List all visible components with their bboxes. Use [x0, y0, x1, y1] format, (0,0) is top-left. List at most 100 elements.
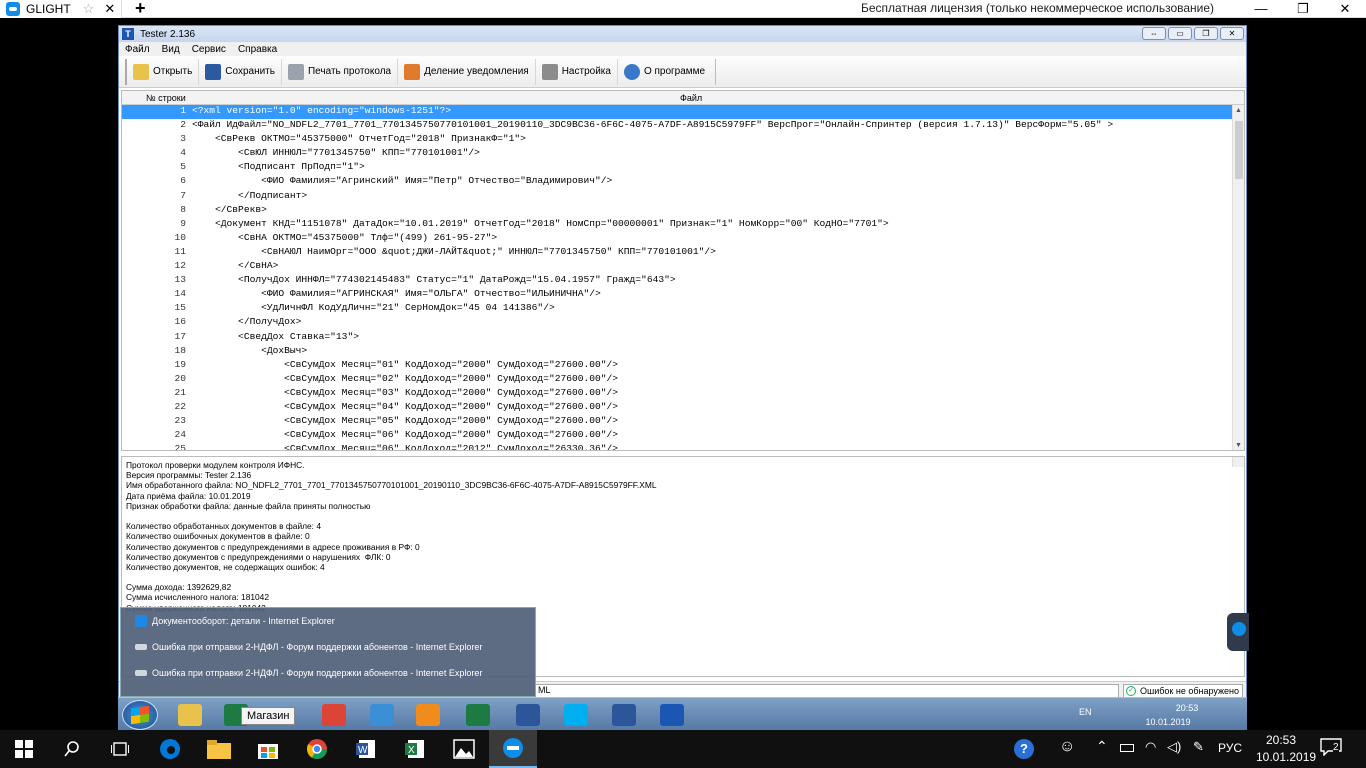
search-icon	[64, 741, 79, 757]
explorer-icon	[178, 704, 202, 726]
teamviewer-side-panel[interactable]	[1227, 613, 1249, 651]
line-number: 18	[174, 344, 186, 356]
taskbar-excel[interactable]: X	[391, 730, 439, 768]
remote-lang[interactable]: EN	[1079, 707, 1092, 717]
minimize-button[interactable]: —	[1240, 0, 1282, 18]
grid-row[interactable]: 25 <СвСумДох Месяц="06" КодДоход="2012" …	[122, 443, 1244, 450]
start-button[interactable]	[0, 730, 48, 768]
search-button[interactable]	[48, 730, 96, 768]
column-line-number[interactable]: № строки	[146, 93, 186, 103]
remote-taskbar-app[interactable]	[604, 701, 644, 729]
xml-grid[interactable]: № строки Файл 1 <?xml version="1.0" encod…	[121, 90, 1245, 451]
grid-row[interactable]: 19 <СвСумДох Месяц="01" КодДоход="2000" …	[122, 359, 1244, 373]
settings-button[interactable]: Настройка	[534, 58, 617, 85]
grid-row[interactable]: 15 <УдЛичнФЛ КодУдЛичн="21" СерНомДок="4…	[122, 302, 1244, 316]
close-tab-icon[interactable]: ✕	[104, 1, 115, 17]
popup-item[interactable]: Документооборот: детали - Internet Explo…	[121, 608, 535, 634]
task-view-button[interactable]	[96, 730, 144, 768]
remote-taskbar-app[interactable]	[508, 701, 548, 729]
menu-service[interactable]: Сервис	[192, 44, 226, 55]
about-button[interactable]: О программе	[616, 58, 711, 85]
grid-row[interactable]: 21 <СвСумДох Месяц="03" КодДоход="2000" …	[122, 387, 1244, 401]
menu-help[interactable]: Справка	[238, 44, 277, 55]
folder-icon	[207, 740, 231, 759]
split-notice-button[interactable]: Деление уведомления	[397, 58, 535, 85]
grid-row[interactable]: 20 <СвСумДох Месяц="02" КодДоход="2000" …	[122, 373, 1244, 387]
grid-row[interactable]: 13 <ПолучДох ИННФЛ="774302145483" Статус…	[122, 274, 1244, 288]
star-icon[interactable]: ☆	[83, 1, 95, 17]
volume-icon[interactable]: ◁)	[1167, 739, 1181, 755]
pen-icon[interactable]: ✎	[1193, 739, 1204, 755]
grid-row[interactable]: 4 <СвЮЛ ИННЮЛ="7701345750" КПП="77010100…	[122, 147, 1244, 161]
tester-window: T Tester 2.136 ⇔ ▭ ❐ ✕ Файл Вид Сервис С…	[118, 25, 1247, 700]
grid-row[interactable]: 5 <Подписант ПрПодп="1">	[122, 161, 1244, 175]
close-button[interactable]: ✕	[1324, 0, 1366, 18]
close-button[interactable]: ✕	[1220, 27, 1244, 40]
grid-row[interactable]: 16 </ПолучДох>	[122, 316, 1244, 330]
remote-taskbar-app[interactable]	[408, 701, 448, 729]
open-button[interactable]: Открыть	[125, 58, 198, 85]
grid-row[interactable]: 6 <ФИО Фамилия="Агринский" Имя="Петр" От…	[122, 175, 1244, 189]
remote-taskbar-app[interactable]	[556, 701, 596, 729]
popup-item[interactable]: Ошибка при отправки 2-НДФЛ - Форум подде…	[121, 660, 535, 686]
help-icon[interactable]: ?	[1014, 739, 1034, 759]
word-icon	[612, 704, 636, 726]
session-tab[interactable]: GLIGHT ☆ ✕	[0, 0, 122, 18]
grid-scrollbar[interactable]: ▲ ▼	[1232, 105, 1244, 450]
scroll-thumb[interactable]	[1235, 121, 1243, 179]
grid-row[interactable]: 23 <СвСумДох Месяц="05" КодДоход="2000" …	[122, 415, 1244, 429]
popup-item-label: Документооборот: детали - Internet Explo…	[152, 616, 335, 626]
column-file[interactable]: Файл	[680, 93, 702, 103]
chevron-up-icon[interactable]: ⌃	[1096, 738, 1108, 755]
maximize-button[interactable]: ❐	[1194, 27, 1218, 40]
taskbar-photos[interactable]	[440, 730, 488, 768]
remote-taskbar-app[interactable]	[314, 701, 354, 729]
switch-button[interactable]: ⇔	[1142, 27, 1166, 40]
notifications-button[interactable]: 2	[1320, 738, 1350, 760]
remote-taskbar-app[interactable]	[652, 701, 692, 729]
print-protocol-button[interactable]: Печать протокола	[280, 58, 397, 85]
grid-row[interactable]: 7 </Подписант>	[122, 190, 1244, 204]
grid-row[interactable]: 10 <СвНА ОКТМО="45375000" Тлф="(499) 261…	[122, 232, 1244, 246]
taskbar-word[interactable]: W	[342, 730, 390, 768]
taskbar-teamviewer[interactable]	[489, 730, 537, 768]
grid-row[interactable]: 17 <СведДох Ставка="13">	[122, 331, 1244, 345]
people-icon[interactable]: ☺	[1059, 738, 1075, 756]
svg-text:W: W	[358, 745, 368, 756]
grid-row[interactable]: 1 <?xml version="1.0" encoding="windows-1…	[122, 105, 1244, 120]
wifi-icon[interactable]: ◠	[1145, 739, 1156, 755]
host-lang[interactable]: РУС	[1218, 741, 1242, 755]
log-line: Количество документов с предупреждениями…	[126, 551, 391, 562]
grid-row[interactable]: 18 <ДохВыч>	[122, 345, 1244, 359]
taskbar-chrome[interactable]	[293, 730, 341, 768]
grid-row[interactable]: 24 <СвСумДох Месяц="06" КодДоход="2000" …	[122, 429, 1244, 443]
grid-row[interactable]: 22 <СвСумДох Месяц="04" КодДоход="2000" …	[122, 401, 1244, 415]
line-number: 14	[174, 288, 186, 300]
popup-item[interactable]: Ошибка при отправки 2-НДФЛ - Форум подде…	[121, 634, 535, 660]
grid-row[interactable]: 12 </СвНА>	[122, 260, 1244, 274]
battery-icon[interactable]	[1120, 744, 1134, 752]
remote-start-button[interactable]	[122, 700, 158, 730]
grid-row[interactable]: 8 </СвРекв>	[122, 204, 1244, 218]
grid-row[interactable]: 14 <ФИО Фамилия="АГРИНСКАЯ" Имя="ОЛЬГА" …	[122, 288, 1244, 302]
restore-button[interactable]: ❐	[1282, 0, 1324, 18]
menu-view[interactable]: Вид	[162, 44, 180, 55]
save-button[interactable]: Сохранить	[198, 58, 281, 85]
remote-taskbar-app[interactable]	[170, 701, 210, 729]
grid-row[interactable]: 11 <СвНАЮЛ НаимОрг="ООО &quot;ДЖИ-ЛАЙТ&q…	[122, 246, 1244, 260]
log-scrollbar[interactable]	[1232, 457, 1244, 468]
scroll-up-icon[interactable]: ▲	[1235, 107, 1242, 114]
taskbar-edge[interactable]	[146, 730, 194, 768]
taskbar-store[interactable]	[244, 730, 292, 768]
grid-row[interactable]: 9 <Документ КНД="1151078" ДатаДок="10.01…	[122, 218, 1244, 232]
grid-row[interactable]: 3 <СвРекв ОКТМО="45375000" ОтчетГод="201…	[122, 133, 1244, 147]
scroll-down-icon[interactable]: ▼	[1235, 442, 1242, 449]
remote-taskbar-app[interactable]	[458, 701, 498, 729]
taskbar-explorer[interactable]	[195, 730, 243, 768]
new-tab-button[interactable]: +	[135, 0, 146, 19]
menu-file[interactable]: Файл	[125, 44, 150, 55]
word-icon	[516, 704, 540, 726]
remote-taskbar-app[interactable]	[362, 701, 402, 729]
grid-row[interactable]: 2 <Файл ИдФайл="NO_NDFL2_7701_7701_770134…	[122, 119, 1244, 133]
minimize-button[interactable]: ▭	[1168, 27, 1192, 40]
